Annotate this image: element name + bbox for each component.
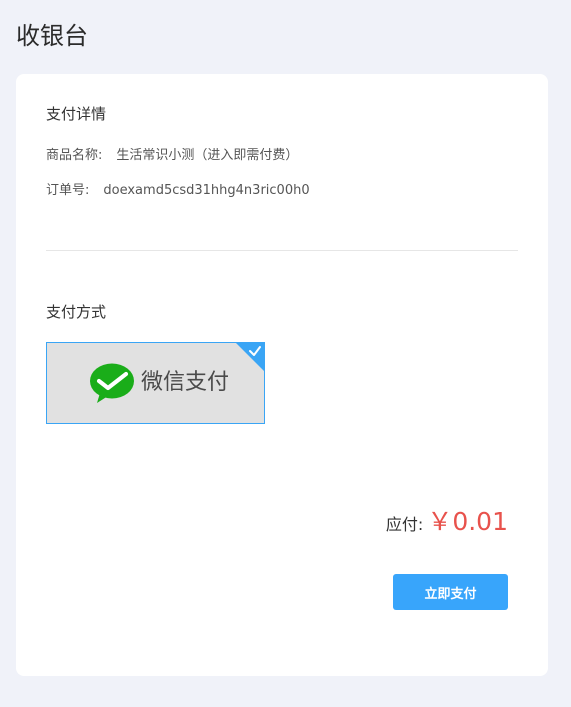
product-name-label: 商品名称: <box>46 148 103 163</box>
product-name-value: 生活常识小测（进入即需付费） <box>116 148 299 163</box>
payment-section-title: 支付方式 <box>46 303 107 321</box>
wechat-pay-label: 微信支付 <box>141 370 230 395</box>
wechat-icon <box>90 363 134 403</box>
details-section-title: 支付详情 <box>46 105 107 123</box>
section-divider <box>46 250 518 251</box>
product-row: 商品名称: 生活常识小测（进入即需付费） <box>46 147 298 165</box>
order-number-label: 订单号: <box>46 183 90 198</box>
amount-due: 应付: ￥0.01 <box>386 502 508 538</box>
amount-due-label: 应付: <box>385 515 424 534</box>
amount-due-value: ￥0.01 <box>427 507 508 536</box>
order-number-value: doexamd5csd31hhg4n3ric00h0 <box>103 183 310 198</box>
checkout-card: 支付详情 商品名称: 生活常识小测（进入即需付费） 订单号: doexamd5csd… <box>16 74 548 676</box>
checkmark-icon <box>249 346 261 356</box>
pay-now-button[interactable]: 立即支付 <box>393 574 508 610</box>
wechat-pay-option[interactable]: 微信支付 <box>46 342 265 424</box>
order-row: 订单号: doexamd5csd31hhg4n3ric00h0 <box>46 182 310 200</box>
page-title: 收银台 <box>16 22 88 50</box>
